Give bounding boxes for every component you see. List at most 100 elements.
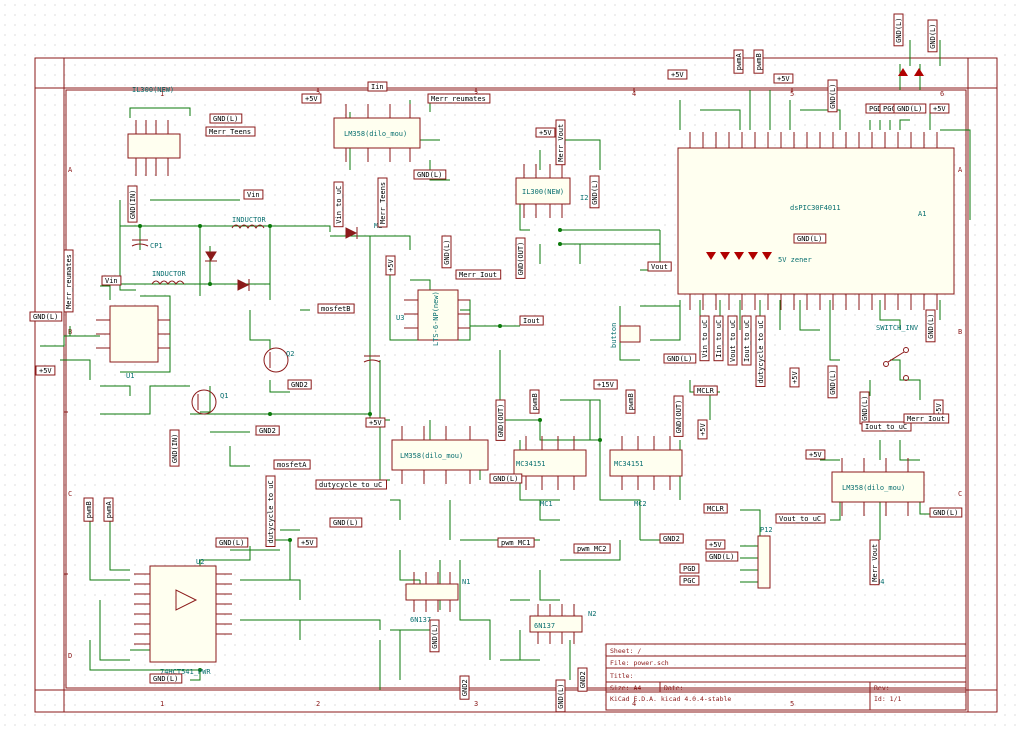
n1-value: 6N137 [410, 616, 431, 624]
capacitor-c8[interactable] [363, 355, 381, 363]
net-label-merr-vout: Merr_Vout [555, 119, 566, 166]
ic-il300-top-left[interactable]: IL300(NEW) [127, 86, 181, 176]
net-label-text: +5V [933, 105, 946, 113]
pushbutton[interactable]: button [610, 323, 641, 348]
ic-lts6-sensor[interactable]: U3 LTS-6-NP(new) [396, 289, 470, 346]
net-label-text: GND2 [461, 679, 469, 696]
net-label-gnd-l: GND(L) [705, 551, 739, 562]
net-label-dutycycle-to-uc: dutycycle_to_uC [265, 475, 276, 547]
net-label-gnd-l: GND(L) [329, 517, 363, 528]
net-label-iin-to-uc: Iin_to_uC [713, 315, 724, 362]
net-label-text: pwmB [531, 393, 539, 410]
net-label-mclr: MCLR [703, 503, 728, 514]
tb-size: Size: A4 [610, 684, 641, 692]
net-label-gnd2: GND2 [255, 425, 280, 436]
net-label-gnd-l: GND(L) [827, 365, 838, 399]
net-label-text: pwmB [85, 501, 93, 518]
diode-d6[interactable] [237, 279, 250, 291]
net-label-plus5v: +5V [929, 103, 950, 114]
opamp-lm358-middle[interactable]: LM358(dilo_mou) [391, 426, 489, 484]
net-label-text: Vin_to_uC [701, 320, 709, 358]
net-label-merr-vout: Merr_Vout [869, 539, 880, 586]
net-label-text: Merr_Vout [557, 124, 565, 162]
net-label-text: GND(L) [33, 313, 58, 321]
net-label-pwmB: pwmB [83, 497, 94, 522]
mc1-ref: MC1 [540, 500, 553, 508]
schematic-canvas: 1 2 3 4 5 6 A B C D A B C 1 2 3 4 5 Shee… [29, 13, 998, 713]
net-label-dutycycle-to-uc: dutycycle_to_uC [315, 479, 387, 490]
net-label-text: GND(L) [431, 624, 439, 649]
lm358-mid-value: LM358(dilo_mou) [400, 452, 463, 460]
net-label-gnd2: GND2 [659, 533, 684, 544]
net-label-text: GND(L) [333, 519, 358, 527]
net-label-text: dutycycle_to_uC [267, 480, 275, 543]
tb-tool: KiCad E.D.A. kicad 4.0.4-stable [610, 695, 731, 703]
net-label-gnd-out: GND(OUT) [515, 237, 526, 279]
net-label-text: pwmB [755, 53, 763, 70]
net-label-text: GND2 [579, 671, 587, 688]
net-label-text: pwmA [105, 501, 113, 519]
capacitor-cp1-left[interactable]: CP1 [131, 239, 163, 250]
frame-col-2-bottom: 2 [316, 700, 320, 708]
net-label-text: dutycycle_to_uC [319, 481, 382, 489]
driver-mc34151-2[interactable]: MC34151 MC2 [609, 436, 683, 508]
q2-ref: Q2 [286, 350, 294, 358]
net-label-text: +5V [539, 129, 552, 137]
net-label-plus5v: +5V [789, 367, 800, 388]
net-label-pwmB: pwmB [529, 389, 540, 414]
net-label-text: GND(L) [557, 684, 565, 709]
tb-file: File: power.sch [610, 659, 669, 667]
mcu-dspic30f4011[interactable]: dsPIC30F4011 A1 [677, 132, 955, 310]
u3-value: LTS-6-NP(new) [432, 291, 440, 346]
tb-title: Title: [610, 672, 633, 680]
net-label-text: GND(L) [933, 509, 958, 517]
button-label: button [610, 323, 618, 348]
net-label-vin-to-uc: Vin_to_uC [333, 181, 344, 228]
driver-mc34151-1[interactable]: MC34151 MC1 [513, 436, 587, 508]
il300-i2-value: IL300(NEW) [522, 188, 564, 196]
net-label-text: GND(L) [929, 24, 937, 49]
inductor-left[interactable]: INDUCTOR [151, 270, 187, 285]
net-label-gnd-l: GND(L) [859, 391, 870, 425]
diode-d9[interactable] [345, 227, 358, 239]
frame-row-d: D [68, 652, 72, 660]
net-label-text: GND(L) [897, 105, 922, 113]
net-label-text: Merr_reumates [431, 95, 486, 103]
ic-u1-dip[interactable]: U1 [96, 305, 170, 380]
net-label-text: GND(L) [895, 18, 903, 43]
net-label-gnd-l: GND(L) [927, 19, 938, 53]
net-label-text: pwmA [735, 53, 743, 71]
net-label-gnd-l: GND(L) [413, 169, 447, 180]
net-label-merr-teens: Merr_Teens [205, 126, 256, 137]
switch-inv[interactable]: SWITCH_INV [876, 324, 919, 381]
net-label-vout-to-uc: Vout_to_uC [775, 513, 826, 524]
net-label-merr-teens: Merr_Teens [377, 177, 388, 228]
net-label-text: Merr_Teens [379, 182, 387, 224]
ic-il300-i2[interactable]: IL300(NEW) I2 [515, 164, 588, 218]
net-label-text: Iin [371, 83, 384, 91]
optocoupler-6n137-2[interactable]: 6N137 N2 [529, 604, 596, 644]
il300-i2-ref: I2 [580, 194, 588, 202]
net-label-gnd-l: GND(L) [555, 679, 566, 713]
ic-74hct541[interactable]: U2 74HCT541_PWR [134, 558, 232, 676]
net-label-text: GND(IN) [129, 190, 137, 220]
net-label-gnd-l: GND(L) [215, 537, 249, 548]
opamp-lm358-top[interactable]: LM358(dilo_mou) [333, 104, 421, 162]
net-label-plus5v: +5V [773, 73, 794, 84]
net-label-text: Merr_Iout [907, 415, 945, 423]
opamp-lm358-right[interactable]: LM358(dilo_mou) [831, 458, 925, 516]
net-label-text: GND(L) [417, 171, 442, 179]
net-label-pwmA: pwmA [733, 49, 744, 74]
net-label-gnd-l: GND(L) [429, 619, 440, 653]
frame-row-c-right: C [958, 490, 962, 498]
diode-d-vertical[interactable] [205, 251, 217, 262]
net-label-merr-reumates: Merr_reumates [427, 93, 491, 104]
lm358-right-value: LM358(dilo_mou) [842, 484, 905, 492]
mosfet-q2[interactable]: Q2 [263, 347, 294, 373]
net-label-gnd-in: GND(IN) [127, 185, 138, 223]
net-label-text: GND(IN) [171, 434, 179, 464]
frame-row-c: C [68, 490, 72, 498]
net-label-text: +5V [39, 367, 52, 375]
net-label-gnd-l: GND(L) [589, 175, 600, 209]
q1-ref: Q1 [220, 392, 228, 400]
